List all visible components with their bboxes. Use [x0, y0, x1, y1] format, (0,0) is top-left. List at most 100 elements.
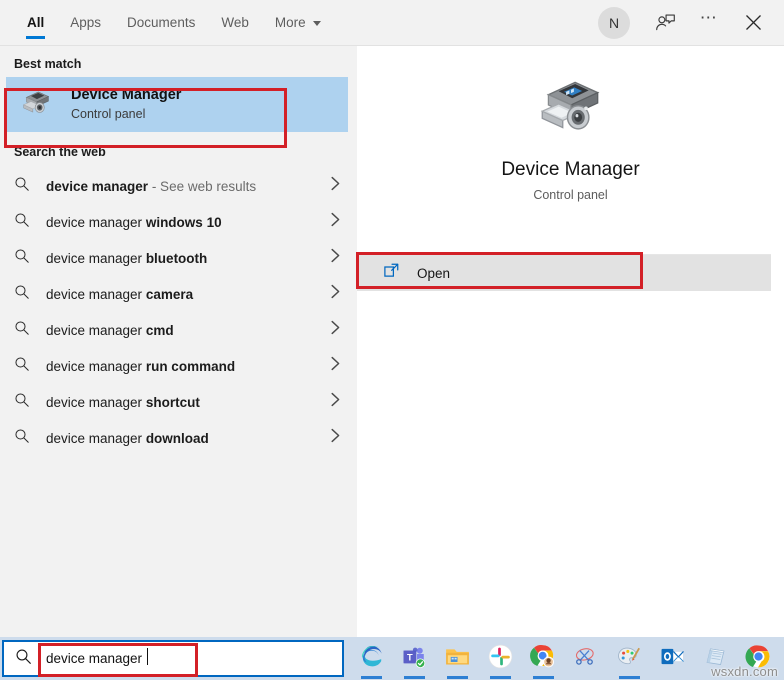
- best-match-heading: Best match: [14, 57, 82, 71]
- tab-more-label: More: [274, 15, 306, 30]
- slack-icon: [487, 643, 514, 675]
- web-result-suffix: bluetooth: [145, 250, 208, 266]
- taskbar-item-paint[interactable]: [608, 637, 651, 680]
- snipping-tool-icon: [573, 643, 600, 675]
- web-result-query: device manager: [46, 430, 146, 446]
- search-header: All Apps Documents Web More N ⋯: [0, 0, 784, 46]
- person-feedback-icon[interactable]: [648, 6, 682, 40]
- chrome-icon: [530, 643, 557, 675]
- tab-web[interactable]: Web: [208, 0, 262, 45]
- web-result-query: device manager: [46, 214, 146, 230]
- web-result-query: device manager: [46, 286, 146, 302]
- taskbar: device manager T wsxdn.com: [0, 637, 784, 680]
- taskbar-item-outlook[interactable]: [651, 637, 694, 680]
- best-match-texts: Device Manager Control panel: [71, 86, 181, 124]
- tab-documents[interactable]: Documents: [114, 0, 208, 45]
- web-result-query: device manager: [46, 250, 146, 266]
- search-icon: [14, 428, 30, 449]
- search-icon: [14, 176, 30, 197]
- paint-icon: [616, 643, 643, 675]
- taskbar-item-edge[interactable]: [350, 637, 393, 680]
- taskbar-item-file-explorer[interactable]: [436, 637, 479, 680]
- search-icon: [14, 284, 30, 305]
- web-result-item[interactable]: device manager camera: [0, 276, 356, 312]
- taskbar-item-teams[interactable]: T: [393, 637, 436, 680]
- taskbar-search-box[interactable]: device manager: [2, 640, 344, 677]
- preview-card: Device Manager Control panel: [357, 46, 784, 246]
- search-icon: [14, 248, 30, 269]
- web-result-hint: - See web results: [148, 178, 257, 194]
- best-match-item-device-manager[interactable]: Device Manager Control panel: [6, 77, 348, 132]
- tab-documents-label: Documents: [127, 15, 196, 30]
- watermark: wsxdn.com: [711, 664, 778, 679]
- web-result-label: device manager cmd: [46, 323, 324, 338]
- svg-text:T: T: [407, 652, 413, 662]
- close-icon[interactable]: [736, 6, 770, 40]
- web-result-suffix: run command: [145, 358, 236, 374]
- tab-more[interactable]: More: [262, 0, 334, 45]
- web-result-label: device manager - See web results: [46, 179, 324, 194]
- file-explorer-icon: [444, 643, 471, 675]
- preview-subtitle: Control panel: [533, 188, 608, 202]
- chevron-right-icon: [324, 284, 346, 304]
- search-icon: [14, 212, 30, 233]
- chevron-right-icon: [324, 212, 346, 232]
- chevron-right-icon: [324, 320, 346, 340]
- chevron-right-icon: [324, 392, 346, 412]
- web-result-item[interactable]: device manager run command: [0, 348, 356, 384]
- preview-title: Device Manager: [501, 159, 640, 180]
- header-actions: N ⋯: [598, 0, 776, 45]
- web-result-label: device manager camera: [46, 287, 324, 302]
- ellipsis-glyph: ⋯: [699, 8, 719, 27]
- outlook-icon: [659, 643, 686, 675]
- chevron-right-icon: [324, 248, 346, 268]
- web-result-item[interactable]: device manager - See web results: [0, 168, 356, 204]
- chevron-right-icon: [324, 428, 346, 448]
- search-icon: [14, 320, 30, 341]
- search-icon: [14, 392, 30, 413]
- search-flyout-screen: All Apps Documents Web More N ⋯ Best mat…: [0, 0, 784, 680]
- avatar[interactable]: N: [598, 6, 630, 39]
- open-button[interactable]: Open: [357, 255, 771, 291]
- web-result-item[interactable]: device manager windows 10: [0, 204, 356, 240]
- web-result-suffix: download: [145, 430, 209, 446]
- search-icon: [14, 356, 30, 377]
- web-result-item[interactable]: device manager download: [0, 420, 356, 456]
- web-result-label: device manager shortcut: [46, 395, 324, 410]
- ellipsis-icon[interactable]: ⋯: [692, 6, 726, 40]
- tab-all-label: All: [27, 15, 45, 30]
- tab-apps[interactable]: Apps: [57, 0, 114, 45]
- web-result-item[interactable]: device manager bluetooth: [0, 240, 356, 276]
- chevron-right-icon: [324, 356, 346, 376]
- web-results-list: device manager - See web results device m…: [0, 168, 356, 456]
- open-external-icon: [383, 262, 400, 284]
- web-result-query: device manager: [46, 322, 146, 338]
- web-result-query: device manager: [46, 358, 146, 374]
- teams-icon: T: [401, 643, 428, 675]
- web-result-label: device manager download: [46, 431, 324, 446]
- web-result-label: device manager bluetooth: [46, 251, 324, 266]
- edge-icon: [358, 643, 385, 675]
- web-result-query: device manager: [46, 394, 146, 410]
- web-result-suffix: cmd: [145, 322, 174, 338]
- taskbar-item-slack[interactable]: [479, 637, 522, 680]
- search-input[interactable]: device manager: [46, 648, 149, 666]
- tab-all[interactable]: All: [14, 0, 57, 45]
- tab-web-label: Web: [221, 15, 249, 30]
- web-result-suffix: shortcut: [145, 394, 200, 410]
- device-manager-icon: [534, 72, 608, 143]
- chevron-down-icon: [312, 21, 321, 26]
- best-match-title: Device Manager: [71, 86, 182, 103]
- windows-search-flyout: All Apps Documents Web More N ⋯ Best mat…: [0, 0, 784, 637]
- web-result-item[interactable]: device manager cmd: [0, 312, 356, 348]
- taskbar-item-chrome-profile[interactable]: [522, 637, 565, 680]
- web-result-label: device manager run command: [46, 359, 324, 374]
- web-result-item[interactable]: device manager shortcut: [0, 384, 356, 420]
- web-result-query: device manager: [46, 178, 149, 194]
- best-match-subtitle: Control panel: [71, 106, 146, 121]
- search-tabs: All Apps Documents Web More: [14, 0, 334, 45]
- tab-apps-label: Apps: [70, 15, 102, 30]
- taskbar-item-snipping-tool[interactable]: [565, 637, 608, 680]
- web-result-label: device manager windows 10: [46, 215, 324, 230]
- web-result-suffix: camera: [145, 286, 194, 302]
